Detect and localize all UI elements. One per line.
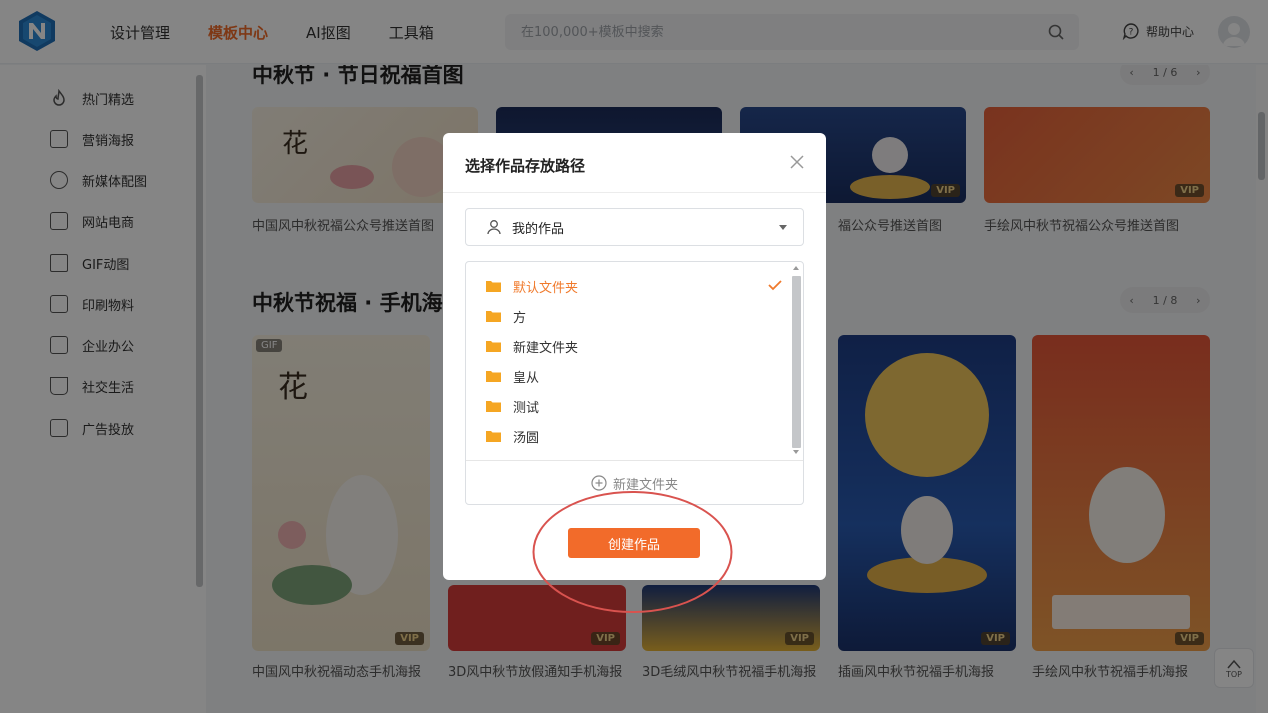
folder-name: 方 xyxy=(513,310,527,326)
folder-icon xyxy=(486,431,501,442)
close-icon[interactable] xyxy=(788,153,806,171)
annotation-ellipse xyxy=(532,491,733,613)
folder-list-scrollbar[interactable] xyxy=(792,276,801,448)
folder-name: 新建文件夹 xyxy=(513,340,579,356)
folder-item[interactable]: 皇从 xyxy=(486,366,782,386)
dialog-title: 选择作品存放路径 xyxy=(465,157,586,175)
folder-item[interactable]: 汤圆 xyxy=(486,426,782,446)
scroll-down-arrow-icon[interactable] xyxy=(793,450,799,454)
folder-icon xyxy=(486,281,501,292)
folder-name: 汤圆 xyxy=(513,430,540,446)
folder-item[interactable]: 方 xyxy=(486,306,782,326)
folder-item[interactable]: 默认文件夹 xyxy=(486,276,782,296)
folder-icon xyxy=(486,341,501,352)
folder-name: 皇从 xyxy=(513,370,540,386)
folder-item[interactable]: 测试 xyxy=(486,396,782,416)
scroll-up-arrow-icon[interactable] xyxy=(793,266,799,270)
folder-icon xyxy=(486,401,501,412)
checkmark-icon xyxy=(768,280,782,291)
workspace-select[interactable]: 我的作品 xyxy=(465,208,804,246)
folder-name: 默认文件夹 xyxy=(513,280,579,296)
folder-item[interactable]: 新建文件夹 xyxy=(486,336,782,356)
folder-name: 测试 xyxy=(513,400,540,416)
caret-down-icon xyxy=(779,225,787,230)
folder-list: 默认文件夹 方 新建文件夹 皇从 测试 汤圆 xyxy=(466,262,792,460)
user-icon xyxy=(487,220,501,235)
folder-icon xyxy=(486,371,501,382)
folder-list-box: 默认文件夹 方 新建文件夹 皇从 测试 汤圆 新建文件夹 xyxy=(465,261,804,505)
workspace-select-value: 我的作品 xyxy=(512,221,565,237)
dialog-divider xyxy=(443,192,826,193)
folder-icon xyxy=(486,311,501,322)
